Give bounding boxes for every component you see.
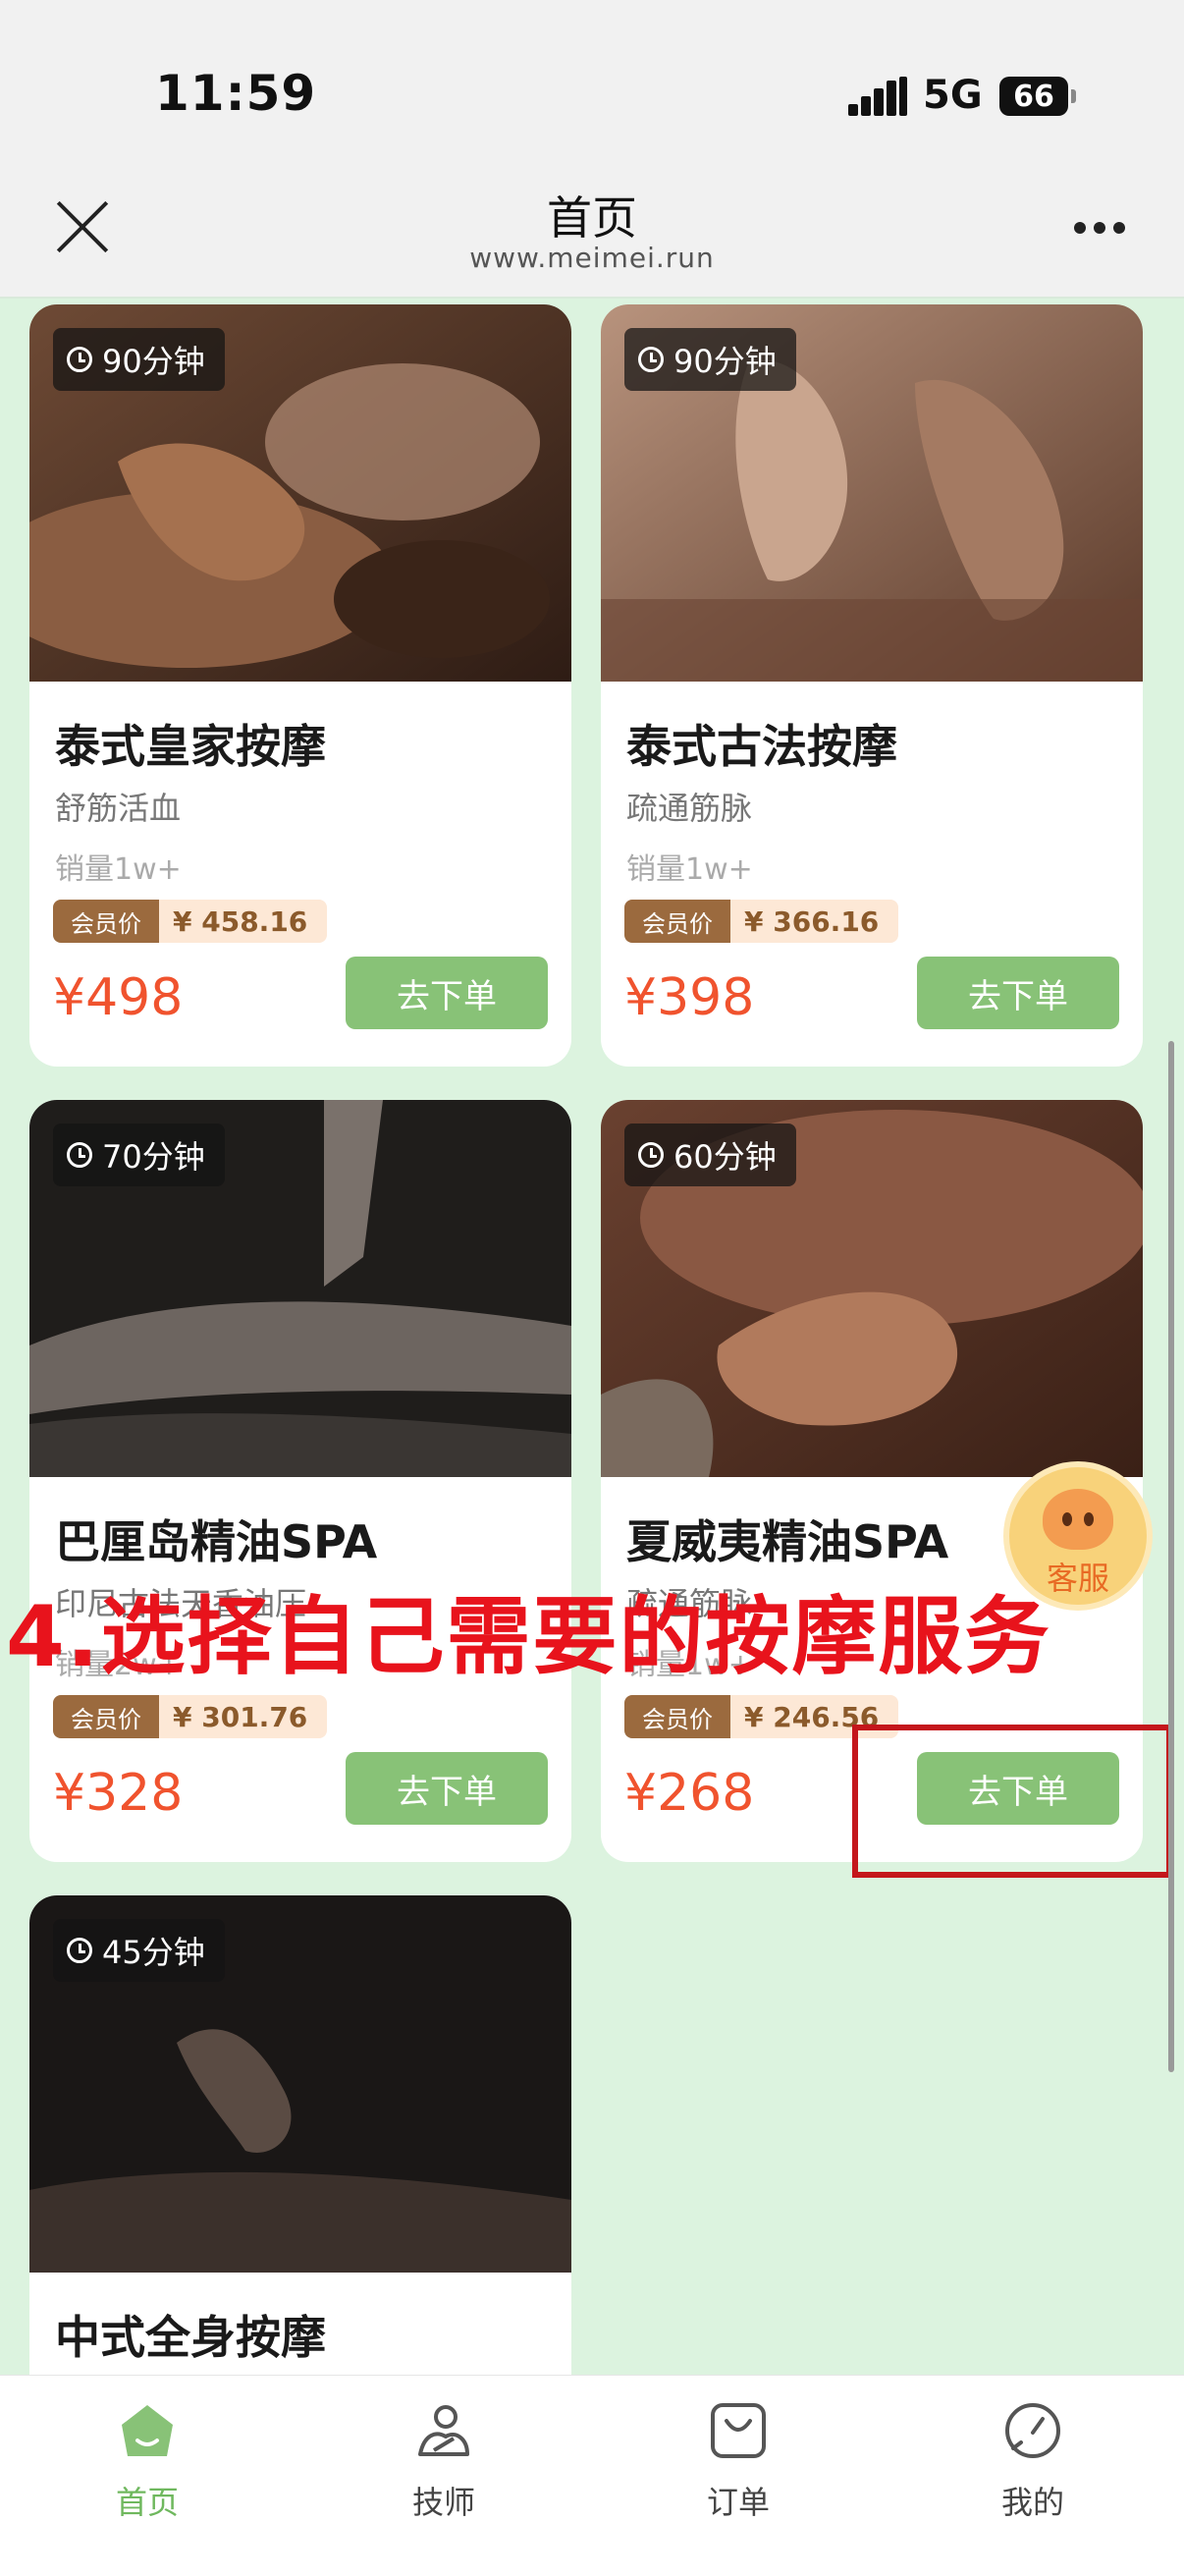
- service-price: ¥398: [624, 968, 755, 1027]
- member-tag: 会员价: [53, 900, 159, 943]
- duration-label: 60分钟: [673, 1138, 777, 1176]
- nav-profile-label: 我的: [1000, 2484, 1064, 2521]
- member-price: ¥ 301.76: [159, 1695, 328, 1738]
- order-button[interactable]: 去下单: [346, 1752, 548, 1825]
- more-options-button[interactable]: [1070, 218, 1129, 238]
- duration-badge: 90分钟: [624, 328, 796, 391]
- network-type: 5G: [923, 73, 983, 118]
- service-avatar-icon: [1043, 1489, 1113, 1550]
- duration-label: 45分钟: [102, 1934, 205, 1971]
- member-price-badge: 会员价 ¥ 458.16: [53, 900, 328, 943]
- member-tag: 会员价: [53, 1695, 159, 1738]
- bottom-nav: 首页 技师 订单 我的: [0, 2375, 1184, 2576]
- profile-icon: [1005, 2403, 1060, 2458]
- tutorial-annotation: 4.选择自己需要的按摩服务: [6, 1588, 1051, 1686]
- page-url: www.meimei.run: [469, 242, 715, 274]
- duration-label: 70分钟: [102, 1138, 205, 1176]
- service-desc: 舒筋活血: [55, 790, 182, 827]
- nav-technician[interactable]: 技师: [346, 2399, 542, 2523]
- page-title: 首页: [547, 192, 637, 245]
- service-name: 泰式皇家按摩: [55, 720, 326, 773]
- duration-badge: 45分钟: [53, 1919, 225, 1982]
- service-name: 巴厘岛精油SPA: [55, 1515, 378, 1568]
- member-tag: 会员价: [624, 1695, 730, 1738]
- duration-badge: 60分钟: [624, 1124, 796, 1186]
- duration-badge: 70分钟: [53, 1124, 225, 1186]
- member-price-badge: 会员价 ¥ 301.76: [53, 1695, 328, 1738]
- service-desc: 疏通筋脉: [626, 790, 753, 827]
- clock-icon: [67, 1938, 92, 1963]
- clock-icon: [67, 1142, 92, 1168]
- duration-badge: 90分钟: [53, 328, 225, 391]
- service-sales: 销量1w+: [55, 852, 182, 887]
- clock-icon: [638, 1142, 664, 1168]
- member-price: ¥ 458.16: [159, 900, 328, 943]
- service-card[interactable]: 70分钟 巴厘岛精油SPA 印尼古法天香油压 销量2w+ 会员价 ¥ 301.7…: [29, 1100, 571, 1862]
- signal-icon: [848, 77, 907, 116]
- clock-icon: [67, 347, 92, 372]
- member-price: ¥ 366.16: [730, 900, 899, 943]
- service-name: 泰式古法按摩: [626, 720, 897, 773]
- nav-orders-label: 订单: [706, 2484, 770, 2521]
- home-icon: [122, 2405, 173, 2456]
- technician-icon: [418, 2405, 469, 2456]
- nav-profile[interactable]: 我的: [935, 2399, 1131, 2523]
- duration-label: 90分钟: [102, 343, 205, 380]
- service-card[interactable]: 90分钟 泰式古法按摩 疏通筋脉 销量1w+ 会员价 ¥ 366.16 ¥398…: [601, 304, 1143, 1067]
- duration-label: 90分钟: [673, 343, 777, 380]
- order-button[interactable]: 去下单: [346, 957, 548, 1029]
- top-bar: 11:59 5G 66 首页 www.meimei.run: [0, 0, 1184, 299]
- nav-orders[interactable]: 订单: [640, 2399, 836, 2523]
- nav-home-label: 首页: [115, 2484, 179, 2521]
- service-name: 夏威夷精油SPA: [626, 1515, 949, 1568]
- service-price: ¥498: [53, 968, 184, 1027]
- order-bag-icon: [711, 2403, 766, 2458]
- scrollbar[interactable]: [1168, 1041, 1174, 2072]
- nav-home[interactable]: 首页: [49, 2399, 245, 2523]
- service-card[interactable]: 45分钟 中式全身按摩: [29, 1895, 571, 2386]
- nav-technician-label: 技师: [411, 2484, 475, 2521]
- clock-icon: [638, 347, 664, 372]
- order-button[interactable]: 去下单: [917, 957, 1119, 1029]
- battery-icon: 66: [999, 77, 1076, 116]
- service-price: ¥328: [53, 1764, 184, 1823]
- service-price: ¥268: [624, 1764, 755, 1823]
- service-card[interactable]: 90分钟 泰式皇家按摩 舒筋活血 销量1w+ 会员价 ¥ 458.16 ¥498…: [29, 304, 571, 1067]
- member-price-badge: 会员价 ¥ 366.16: [624, 900, 899, 943]
- service-sales: 销量1w+: [626, 852, 753, 887]
- highlight-box: [852, 1725, 1172, 1878]
- member-tag: 会员价: [624, 900, 730, 943]
- status-time: 11:59: [155, 65, 317, 122]
- service-name: 中式全身按摩: [55, 2311, 326, 2364]
